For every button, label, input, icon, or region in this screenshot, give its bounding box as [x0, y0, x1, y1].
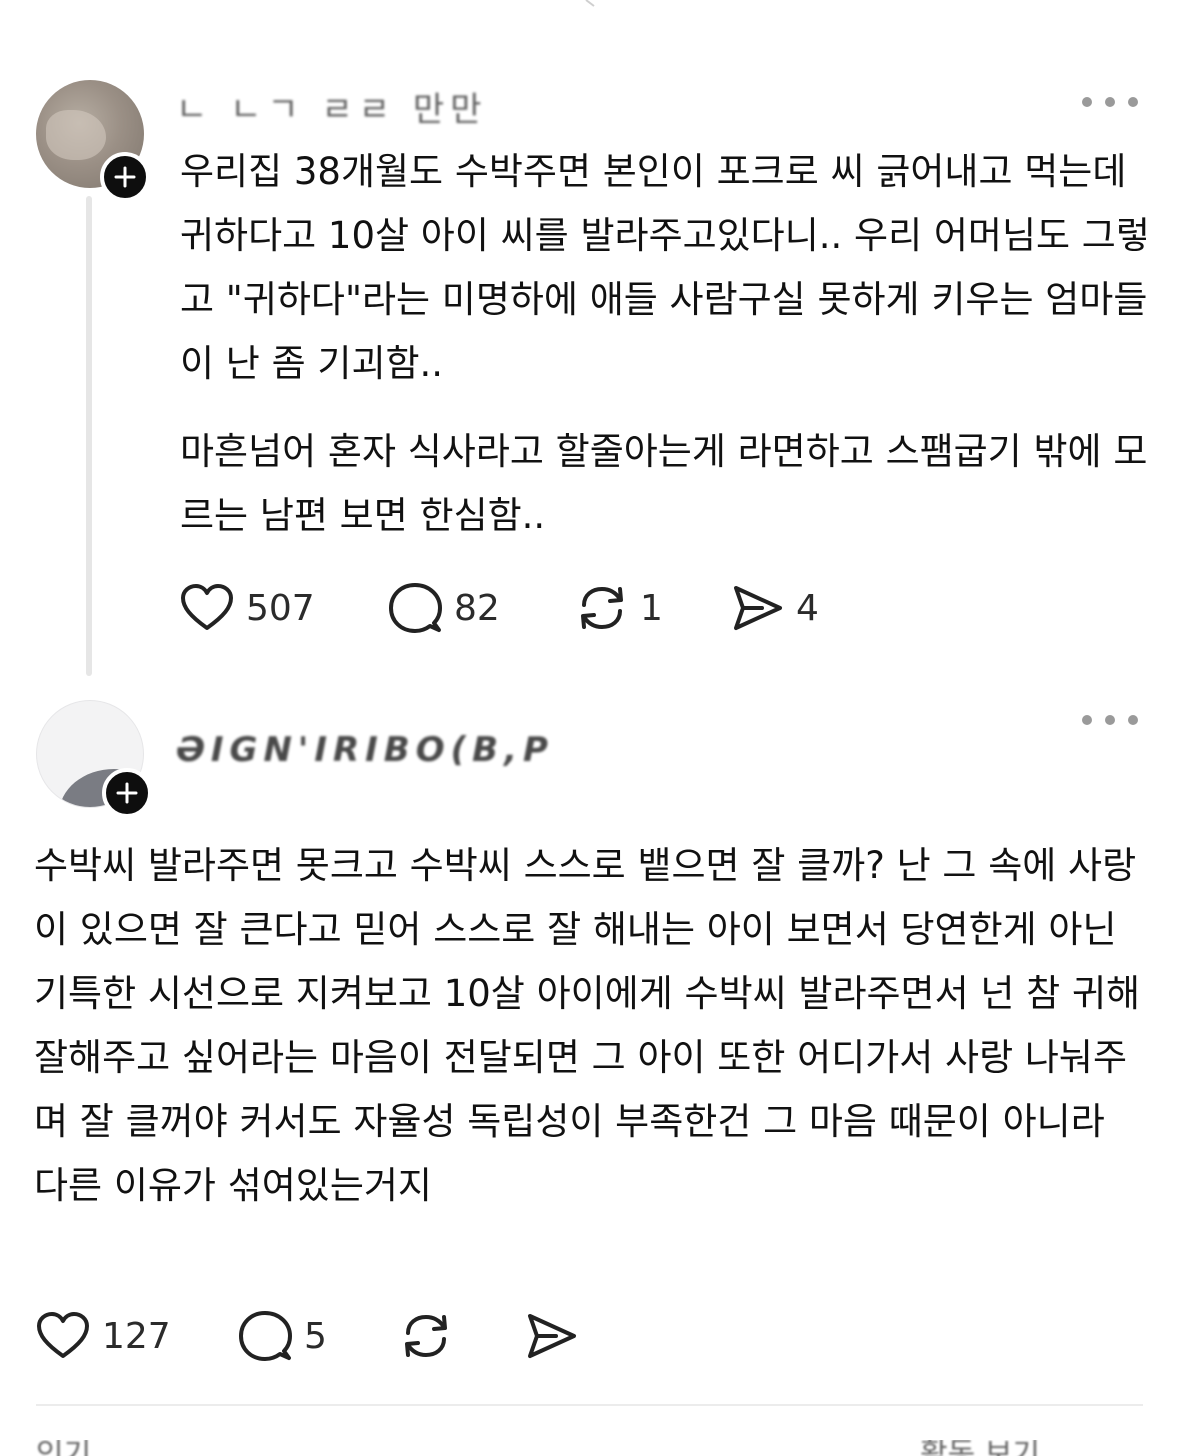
- comment-button[interactable]: 5: [238, 1306, 327, 1366]
- repost-icon: [405, 1314, 447, 1358]
- repost-count: 1: [640, 587, 663, 629]
- thread-connector-line: [86, 196, 92, 676]
- like-button[interactable]: 127: [36, 1306, 171, 1366]
- username[interactable]: ㄴ ㄴㄱ ㄹㄹ 만만: [176, 82, 487, 131]
- post-text-paragraph-2: 마흔넘어 혼자 식사라고 할줄아는게 라면하고 스팸굽기 밖에 모르는 남편 보…: [180, 430, 1148, 537]
- action-bar: 127 5: [36, 1306, 596, 1366]
- comment-bubble-icon: [239, 1311, 292, 1361]
- share-button[interactable]: 4: [732, 578, 819, 638]
- comment-bubble-icon: [389, 583, 442, 633]
- repost-button[interactable]: [400, 1306, 452, 1366]
- next-section-label: 인기: [36, 1440, 106, 1456]
- heart-icon: [181, 584, 233, 630]
- post-text: 수박씨 발라주면 못크고 수박씨 스스로 뱉으면 잘 클까? 난 그 속에 사랑…: [34, 844, 1141, 1207]
- comment-count: 82: [454, 587, 500, 629]
- comment-button[interactable]: 82: [388, 578, 500, 638]
- username[interactable]: ƏIGN'IRIBO(B,P: [176, 730, 554, 770]
- post-divider: [36, 1404, 1143, 1406]
- view-activity-fragment[interactable]: 활동 보기: [920, 1440, 1080, 1456]
- like-button[interactable]: 507: [180, 578, 315, 638]
- follow-plus-icon[interactable]: [102, 768, 152, 818]
- like-count: 127: [102, 1315, 171, 1357]
- share-count: 4: [796, 587, 819, 629]
- follow-plus-icon[interactable]: [100, 152, 150, 202]
- thread-page: ㄴ ㄴㄱ ㄹㄹ 만만 우리집 38개월도 수박주면 본인이 포크로 씨 긁어내고…: [0, 0, 1179, 1456]
- post-text-paragraph-1: 우리집 38개월도 수박주면 본인이 포크로 씨 긁어내고 먹는데 귀하다고 1…: [180, 150, 1150, 385]
- top-edge-mark: [585, 0, 595, 7]
- comment-count: 5: [304, 1315, 327, 1357]
- share-button[interactable]: [526, 1306, 578, 1366]
- more-dots-icon[interactable]: [1082, 92, 1138, 112]
- view-activity-label: 활동 보기: [920, 1440, 1080, 1456]
- like-count: 507: [246, 587, 315, 629]
- action-bar: 507 82 1 4: [180, 578, 880, 638]
- repost-icon: [581, 586, 623, 630]
- send-icon: [734, 586, 782, 630]
- heart-icon: [37, 1312, 89, 1358]
- next-section-fragment: 인기: [36, 1440, 106, 1456]
- repost-button[interactable]: 1: [576, 578, 663, 638]
- send-icon: [528, 1314, 576, 1358]
- more-dots-icon[interactable]: [1082, 710, 1138, 730]
